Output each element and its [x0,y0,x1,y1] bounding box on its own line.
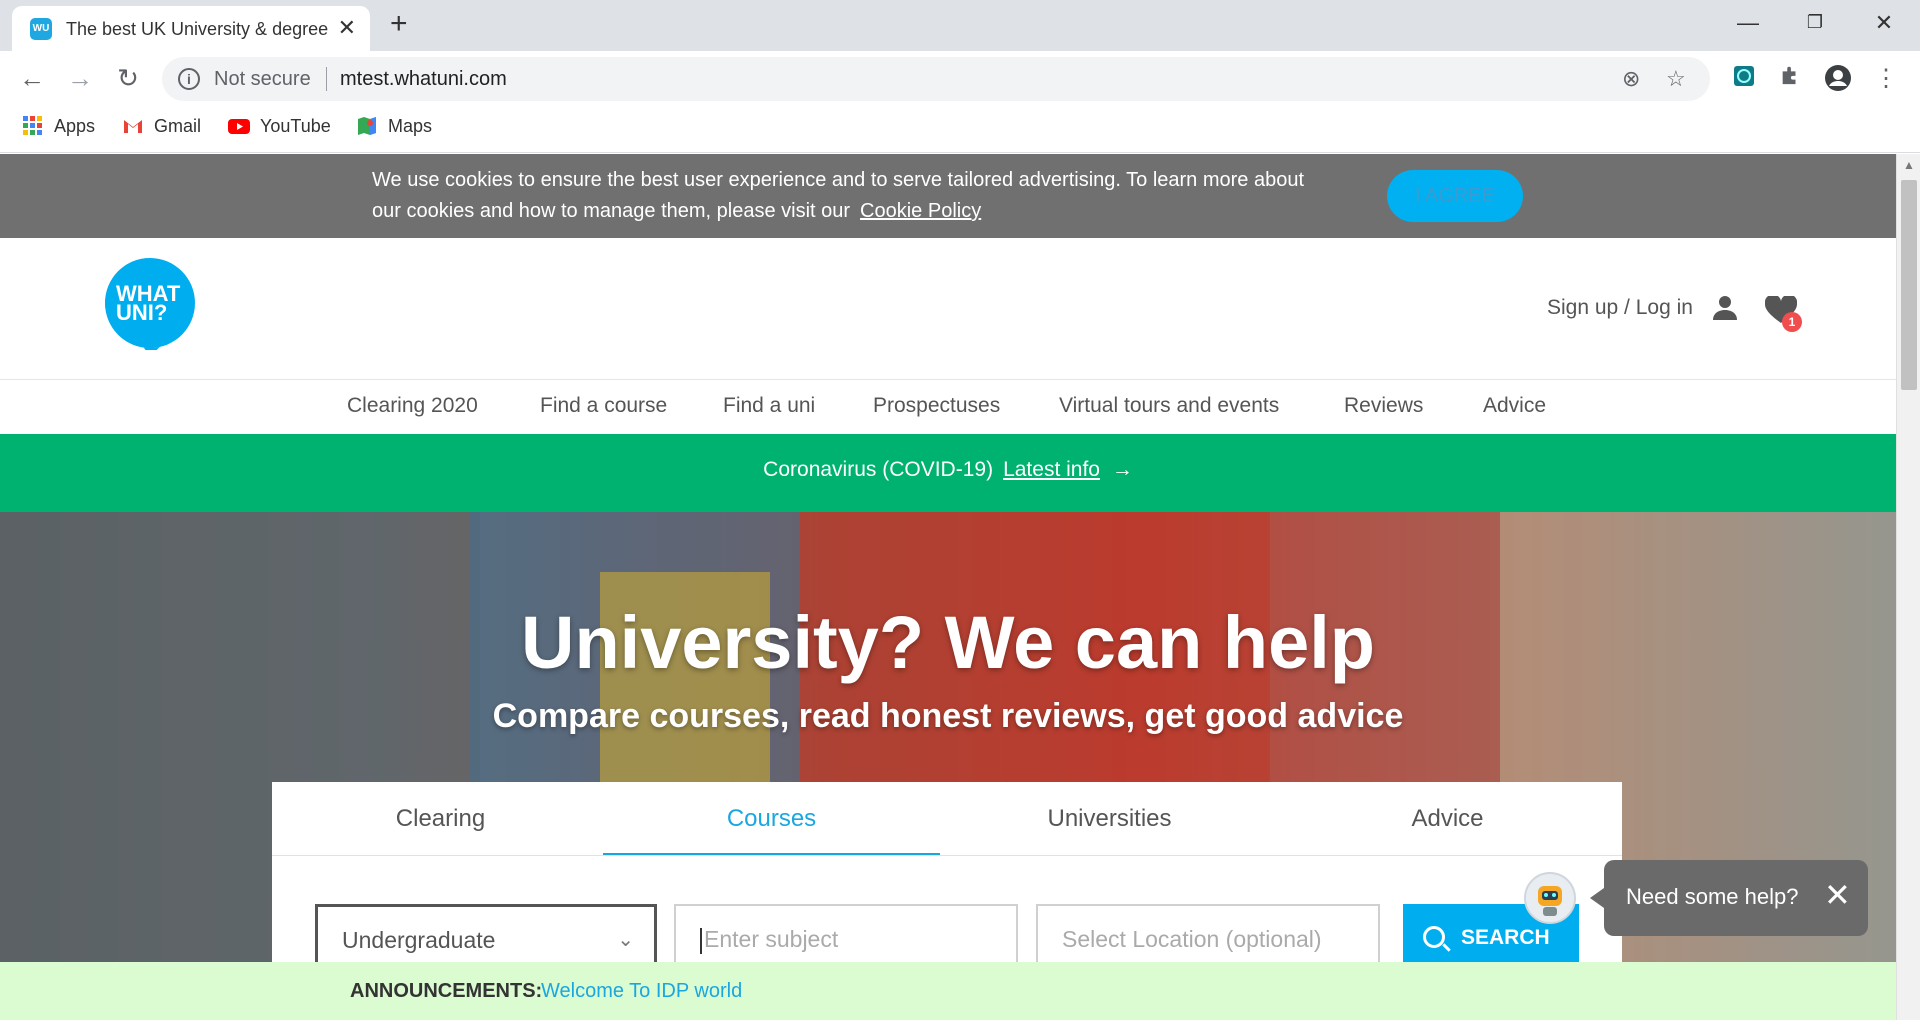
main-nav: Clearing 2020 Find a course Find a uni P… [0,380,1896,434]
location-placeholder: Select Location (optional) [1062,926,1322,952]
bookmark-label: YouTube [260,115,331,136]
maps-icon [358,117,376,135]
nav-find-a-uni[interactable]: Find a uni [723,394,815,418]
bookmark-label: Apps [54,115,96,136]
search-icon [1423,926,1445,948]
tab-clearing[interactable]: Clearing [272,782,609,856]
bookmark-gmail[interactable]: Gmail [122,115,201,137]
page-scrollbar[interactable]: ▲ [1896,154,1920,1020]
menu-kebab-icon[interactable]: ⋮ [1870,64,1902,93]
help-bubble[interactable]: Need some help? ✕ [1590,860,1868,936]
user-icon[interactable] [1711,294,1739,322]
chevron-down-icon: ⌄ [617,929,634,951]
close-icon[interactable]: ✕ [1824,878,1851,912]
latest-info-link[interactable]: Latest info [1003,458,1100,481]
nav-find-a-course[interactable]: Find a course [540,394,667,418]
forward-icon[interactable]: → [64,63,96,93]
security-label[interactable]: Not secure [214,68,311,91]
announcement-bar: ANNOUNCEMENTS: Welcome To IDP world [0,962,1896,1020]
tracking-blocked-icon[interactable]: ⊗ [1622,66,1640,92]
site-header: WHAT UNI? Sign up / Log in 1 [0,238,1896,380]
cookie-text: We use cookies to ensure the best user e… [372,165,1332,227]
whatuni-logo[interactable]: WHAT UNI? [103,256,197,350]
study-level-select[interactable]: Undergraduate ⌄ [315,904,657,968]
close-window-icon[interactable]: ✕ [1864,10,1904,36]
star-icon[interactable]: ☆ [1666,66,1686,92]
browser-tab[interactable]: WU The best UK University & degree ✕ [12,6,370,51]
search-button-label: SEARCH [1461,926,1550,949]
announcement-label: ANNOUNCEMENTS: [350,980,543,1002]
bookmark-apps[interactable]: Apps [22,115,95,137]
signup-login-link[interactable]: Sign up / Log in [1547,296,1693,320]
covid-bar: Coronavirus (COVID-19) Latest info → [0,434,1896,512]
logo-line2: UNI? [116,300,167,325]
nav-advice[interactable]: Advice [1483,394,1546,418]
chatbot-avatar-icon[interactable] [1524,872,1576,924]
nav-virtual-tours[interactable]: Virtual tours and events [1059,394,1279,418]
gmail-icon [124,120,142,133]
youtube-icon [228,119,250,134]
profile-icon[interactable] [1822,64,1854,99]
bookmark-label: Maps [388,115,433,136]
reload-icon[interactable]: ↻ [112,63,144,93]
extension-icon[interactable] [1728,64,1760,95]
bookmark-maps[interactable]: Maps [356,115,432,137]
nav-prospectuses[interactable]: Prospectuses [873,394,1000,418]
hero-section: University? We can help Compare courses,… [0,512,1896,1020]
url-separator [326,67,327,91]
text-cursor [700,927,702,954]
covid-text: Coronavirus (COVID-19) [763,458,994,481]
restore-icon[interactable]: ❐ [1795,12,1835,33]
tab-title: The best UK University & degree [66,19,329,39]
back-icon[interactable]: ← [16,63,48,93]
announcement-link[interactable]: Welcome To IDP world [541,980,742,1003]
tab-divider [272,855,1622,856]
favicon-icon: WU [30,18,52,40]
arrow-right-icon[interactable]: → [1112,458,1133,481]
puzzle-icon[interactable] [1774,64,1806,93]
minimize-icon[interactable]: — [1728,10,1768,36]
browser-toolbar: ← → ↻ i Not secure mtest.whatuni.com ⊗ ☆… [0,51,1920,107]
tab-courses[interactable]: Courses [603,782,940,856]
tab-universities[interactable]: Universities [941,782,1278,856]
help-text: Need some help? [1626,884,1799,909]
page-viewport: We use cookies to ensure the best user e… [0,154,1896,1020]
nav-clearing-2020[interactable]: Clearing 2020 [347,394,478,418]
bookmark-label: Gmail [154,115,202,136]
close-tab-icon[interactable]: ✕ [338,17,356,39]
favourites-badge: 1 [1782,312,1802,332]
url-text[interactable]: mtest.whatuni.com [340,68,507,91]
covid-message: Coronavirus (COVID-19) Latest info → [0,458,1896,482]
agree-button[interactable]: I AGREE [1387,170,1523,222]
cookie-policy-link[interactable]: Cookie Policy [860,200,981,222]
subject-input[interactable]: Enter subject [674,904,1018,968]
study-level-value: Undergraduate [342,927,496,953]
cookie-message: We use cookies to ensure the best user e… [372,169,1305,222]
address-bar[interactable]: i Not secure mtest.whatuni.com ⊗ ☆ [162,57,1710,101]
hero-subtitle: Compare courses, read honest reviews, ge… [492,697,1404,735]
scroll-thumb[interactable] [1901,180,1917,390]
tab-advice[interactable]: Advice [1279,782,1616,856]
subject-placeholder: Enter subject [704,926,839,952]
location-input[interactable]: Select Location (optional) [1036,904,1380,968]
bookmarks-bar: Apps Gmail YouTube Maps [0,107,1920,153]
scroll-up-icon[interactable]: ▲ [1903,158,1915,172]
nav-reviews[interactable]: Reviews [1344,394,1423,418]
hero-title: University? We can help [521,601,1375,684]
plus-icon[interactable]: + [390,9,408,39]
apps-grid-icon [23,116,42,135]
browser-tabstrip: WU The best UK University & degree ✕ + —… [0,0,1920,51]
info-icon[interactable]: i [178,68,200,90]
cookie-banner: We use cookies to ensure the best user e… [0,154,1896,238]
bookmark-youtube[interactable]: YouTube [228,115,331,137]
